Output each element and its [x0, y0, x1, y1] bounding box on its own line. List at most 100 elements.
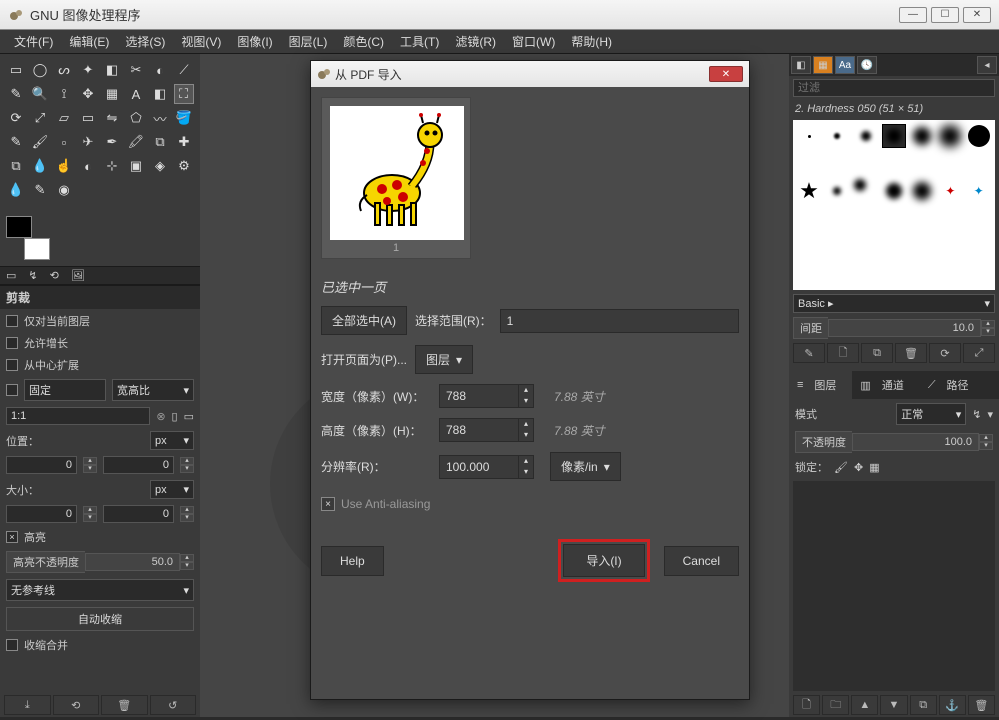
brush-preset-select[interactable]: Basic ▸▾ [793, 294, 995, 313]
lower-layer-icon[interactable]: ▼ [880, 695, 907, 715]
height-spin-down[interactable]: ▾ [519, 430, 533, 441]
size-w-input[interactable]: 0 [6, 505, 77, 523]
menu-windows[interactable]: 窗口(W) [504, 30, 563, 53]
tool-perspective[interactable]: ▭ [78, 108, 98, 128]
chk-current-layer[interactable] [6, 315, 18, 327]
position-x-input[interactable]: 0 [6, 456, 77, 474]
chk-highlight[interactable]: × [6, 531, 18, 543]
tool-warp[interactable]: 〰 [150, 108, 170, 128]
select-range-input[interactable]: 1 [500, 309, 739, 333]
tab-document-history[interactable]: 🕓 [857, 56, 877, 74]
menu-image[interactable]: 图像(I) [229, 30, 280, 53]
tool-clone[interactable]: ⧉ [150, 132, 170, 152]
tool-by-color-select[interactable]: ◧ [102, 60, 122, 80]
size-unit-select[interactable]: px▾ [150, 480, 194, 499]
resolution-spin-down[interactable]: ▾ [519, 467, 533, 478]
tool-unified-transform[interactable]: ▣ [126, 156, 146, 176]
tool-scissors[interactable]: ✂ [126, 60, 146, 80]
cancel-button[interactable]: Cancel [664, 546, 739, 576]
refresh-brushes-icon[interactable]: ⟳ [929, 343, 961, 363]
tool-crop[interactable]: ⛶ [174, 84, 194, 104]
resolution-input[interactable]: 100.000 [439, 455, 519, 479]
tool-extra-3[interactable]: ◉ [54, 180, 74, 200]
tool-rect-select[interactable]: ▭ [6, 60, 26, 80]
tool-pencil[interactable]: ✎ [6, 132, 26, 152]
tool-measure[interactable]: ⟟ [54, 84, 74, 104]
new-layer-icon[interactable]: 🗋 [793, 695, 820, 715]
tool-extra-1[interactable]: 💧 [6, 180, 26, 200]
tab-paths[interactable]: ⟋ 路径 [920, 371, 985, 399]
tool-align[interactable]: ▦ [102, 84, 122, 104]
menu-layer[interactable]: 图层(L) [281, 30, 336, 53]
tab-tool-options[interactable]: ▭ [0, 267, 22, 284]
tool-paintbrush[interactable]: 🖌 [30, 132, 50, 152]
val-layer-opacity[interactable]: 100.0 [852, 433, 979, 451]
chk-allow-growing[interactable] [6, 337, 18, 349]
chk-antialias[interactable]: × [321, 497, 335, 511]
guides-select[interactable]: 无参考线▾ [6, 579, 194, 601]
tool-color-picker[interactable]: ✎ [6, 84, 26, 104]
tool-rotate[interactable]: ⟳ [6, 108, 26, 128]
tab-channels[interactable]: ▥ 通道 [852, 371, 919, 399]
open-as-image-icon[interactable]: ⤢ [963, 343, 995, 363]
tool-zoom[interactable]: 🔍 [30, 84, 50, 104]
save-preset-icon[interactable]: ⤓ [4, 695, 51, 715]
tool-bucket-fill[interactable]: 🪣 [174, 108, 194, 128]
resolution-spin-up[interactable]: ▴ [519, 456, 533, 467]
chk-expand-center[interactable] [6, 359, 18, 371]
width-input[interactable]: 788 [439, 384, 519, 408]
tool-fuzzy-select[interactable]: ✦ [78, 60, 98, 80]
fixed-mode-select[interactable]: 宽高比▾ [112, 379, 194, 401]
tool-cage[interactable]: ⬠ [126, 108, 146, 128]
tool-ink[interactable]: ✒ [102, 132, 122, 152]
restore-preset-icon[interactable]: ⟲ [53, 695, 100, 715]
menu-edit[interactable]: 编辑(E) [61, 30, 117, 53]
help-button[interactable]: Help [321, 546, 384, 576]
chk-shrink-merged[interactable] [6, 639, 18, 651]
menu-help[interactable]: 帮助(H) [563, 30, 620, 53]
tool-extra-2[interactable]: ✎ [30, 180, 50, 200]
menu-colors[interactable]: 颜色(C) [335, 30, 392, 53]
tool-move[interactable]: ✥ [78, 84, 98, 104]
brush-filter-input[interactable] [793, 79, 995, 97]
foreground-color-swatch[interactable] [6, 216, 32, 238]
lock-pixels-icon[interactable]: 🖌 [834, 461, 848, 474]
tab-fonts[interactable]: Aa [835, 56, 855, 74]
anchor-layer-icon[interactable]: ⚓ [939, 695, 966, 715]
tool-flip[interactable]: ⇋ [102, 108, 122, 128]
lock-alpha-icon[interactable]: ▦ [869, 461, 879, 474]
tab-images[interactable]: 🖼 [65, 267, 91, 284]
tool-text[interactable]: A [126, 84, 146, 104]
tool-ellipse-select[interactable]: ◯ [30, 60, 50, 80]
brush-grid[interactable]: ★ ✦ ✦ [793, 120, 995, 290]
val-spacing[interactable]: 10.0 [828, 319, 981, 337]
new-brush-icon[interactable]: 🗋 [827, 343, 859, 363]
width-spin-up[interactable]: ▴ [519, 385, 533, 396]
tool-smudge[interactable]: ☝ [54, 156, 74, 176]
maximize-button[interactable]: ☐ [931, 7, 959, 23]
tool-dodge[interactable]: ◐ [78, 156, 98, 176]
delete-preset-icon[interactable]: 🗑 [101, 695, 148, 715]
tool-operation[interactable]: ⚙ [174, 156, 194, 176]
delete-brush-icon[interactable]: 🗑 [895, 343, 927, 363]
raise-layer-icon[interactable]: ▲ [851, 695, 878, 715]
mode-select[interactable]: 正常▾ [896, 403, 966, 425]
background-color-swatch[interactable] [24, 238, 50, 260]
tab-layers[interactable]: ≡ 图层 [789, 371, 852, 399]
position-unit-select[interactable]: px▾ [150, 431, 194, 450]
duplicate-brush-icon[interactable]: ⧉ [861, 343, 893, 363]
val-highlight-opacity[interactable]: 50.0 [85, 553, 180, 571]
tool-handle-transform[interactable]: ⊹ [102, 156, 122, 176]
tool-gradient[interactable]: ◧ [150, 84, 170, 104]
chk-fixed[interactable] [6, 384, 18, 396]
tool-mypaint[interactable]: 🖍 [126, 132, 146, 152]
layer-opacity-field[interactable]: 不透明度 100.0 ▴▾ [795, 431, 993, 453]
tool-free-select[interactable]: ᔕ [54, 60, 74, 80]
tool-paths[interactable]: ⟋ [174, 60, 194, 80]
tab-undo-history[interactable]: ⟲ [44, 267, 65, 284]
menu-tools[interactable]: 工具(T) [392, 30, 447, 53]
menu-filters[interactable]: 滤镜(R) [447, 30, 504, 53]
tool-scale[interactable]: ⤢ [30, 108, 50, 128]
tab-device-status[interactable]: ↯ [22, 267, 43, 284]
height-input[interactable]: 788 [439, 418, 519, 442]
